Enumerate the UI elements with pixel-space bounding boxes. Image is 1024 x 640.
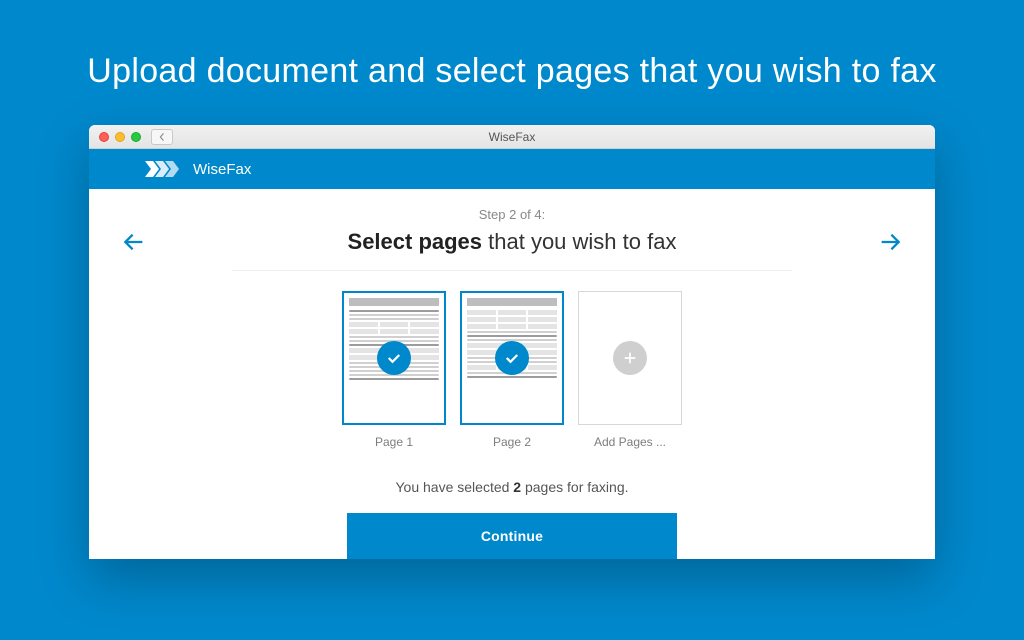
zoom-icon[interactable] xyxy=(131,132,141,142)
brand-name: WiseFax xyxy=(193,161,251,178)
page-thumb-1[interactable] xyxy=(342,291,446,425)
status-count: 2 xyxy=(513,479,521,495)
app-window: WiseFax WiseFax Step 2 of 4: Select page… xyxy=(89,125,935,559)
page-thumb-2[interactable] xyxy=(460,291,564,425)
add-pages-button[interactable] xyxy=(578,291,682,425)
chevron-left-icon xyxy=(158,133,166,141)
back-button[interactable] xyxy=(151,129,173,145)
status-suffix: pages for faxing. xyxy=(521,479,628,495)
thumb-label-2: Page 2 xyxy=(493,435,531,449)
prev-arrow-button[interactable] xyxy=(119,228,147,256)
window-titlebar: WiseFax xyxy=(89,125,935,149)
window-title: WiseFax xyxy=(89,130,935,144)
brand-bar: WiseFax xyxy=(89,149,935,189)
minimize-icon[interactable] xyxy=(115,132,125,142)
selected-check-icon xyxy=(495,341,529,375)
next-arrow-button[interactable] xyxy=(877,228,905,256)
thumb-col-add: Add Pages ... xyxy=(578,291,682,449)
selection-status: You have selected 2 pages for faxing. xyxy=(113,479,911,495)
page-thumbnails: Page 1 xyxy=(113,291,911,449)
heading-rest: that you wish to fax xyxy=(482,229,676,254)
page-heading: Select pages that you wish to fax xyxy=(348,229,677,255)
thumb-label-add: Add Pages ... xyxy=(594,435,666,449)
arrow-right-icon xyxy=(877,228,905,256)
step-indicator: Step 2 of 4: xyxy=(113,207,911,222)
main-content: Step 2 of 4: Select pages that you wish … xyxy=(89,189,935,559)
heading-row: Select pages that you wish to fax xyxy=(113,228,911,270)
continue-button[interactable]: Continue xyxy=(347,513,677,559)
thumb-label-1: Page 1 xyxy=(375,435,413,449)
heading-bold: Select pages xyxy=(348,229,483,254)
selected-check-icon xyxy=(377,341,411,375)
wisefax-logo-icon xyxy=(145,161,185,177)
window-controls xyxy=(99,132,141,142)
thumb-col-2: Page 2 xyxy=(460,291,564,449)
thumb-col-1: Page 1 xyxy=(342,291,446,449)
arrow-left-icon xyxy=(119,228,147,256)
status-prefix: You have selected xyxy=(396,479,514,495)
banner-title: Upload document and select pages that yo… xyxy=(87,52,936,91)
plus-icon xyxy=(613,341,647,375)
divider xyxy=(232,270,792,271)
close-icon[interactable] xyxy=(99,132,109,142)
